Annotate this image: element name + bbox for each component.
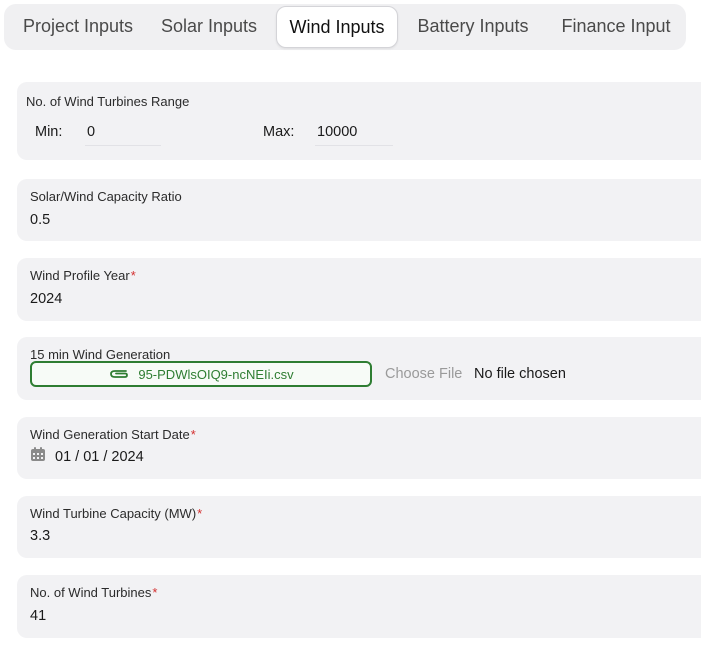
capacity-ratio-input[interactable]: 0.5	[30, 212, 50, 228]
turbine-capacity-input[interactable]: 3.3	[30, 528, 50, 544]
tab-wind-inputs[interactable]: Wind Inputs	[276, 6, 398, 48]
turbine-capacity-label: Wind Turbine Capacity (MW)*	[30, 506, 203, 521]
num-turbines-label: No. of Wind Turbines*	[30, 585, 158, 600]
start-date-card: Wind Generation Start Date* 01 / 01 / 20…	[17, 417, 701, 479]
wind-generation-label: 15 min Wind Generation	[30, 347, 171, 362]
tab-finance-input[interactable]: Finance Input	[554, 6, 678, 46]
required-mark: *	[152, 585, 158, 600]
turbines-range-card: No. of Wind Turbines Range Min: 0 Max: 1…	[17, 82, 701, 160]
min-turbines-input[interactable]: 0	[85, 119, 161, 146]
wind-generation-card: 15 min Wind Generation 95-PDWlsOIQ9-ncNE…	[17, 337, 701, 400]
required-mark: *	[130, 268, 136, 283]
max-turbines-input[interactable]: 10000	[315, 119, 393, 146]
file-name: 95-PDWlsOIQ9-ncNEIi.csv	[138, 366, 294, 382]
capacity-ratio-card: Solar/Wind Capacity Ratio 0.5	[17, 179, 701, 241]
start-date-input[interactable]: 01 / 01 / 2024	[30, 446, 144, 467]
min-label: Min:	[35, 124, 63, 140]
choose-file-button[interactable]: Choose File	[385, 366, 462, 382]
required-mark: *	[190, 427, 196, 442]
num-turbines-input[interactable]: 41	[30, 608, 46, 624]
tab-battery-inputs[interactable]: Battery Inputs	[410, 6, 536, 46]
required-mark: *	[197, 506, 203, 521]
paperclip-icon	[108, 367, 130, 381]
profile-year-card: Wind Profile Year* 2024	[17, 258, 701, 321]
file-status-text: No file chosen	[474, 366, 566, 382]
tab-bar: Project Inputs Solar Inputs Wind Inputs …	[4, 4, 686, 50]
calendar-icon	[30, 446, 46, 467]
tab-project-inputs[interactable]: Project Inputs	[10, 6, 146, 46]
capacity-ratio-label: Solar/Wind Capacity Ratio	[30, 189, 182, 204]
profile-year-label: Wind Profile Year*	[30, 268, 136, 283]
uploaded-file-chip[interactable]: 95-PDWlsOIQ9-ncNEIi.csv	[30, 361, 372, 387]
turbine-capacity-card: Wind Turbine Capacity (MW)* 3.3	[17, 496, 701, 558]
max-label: Max:	[263, 124, 295, 140]
num-turbines-card: No. of Wind Turbines* 41	[17, 575, 701, 638]
start-date-label: Wind Generation Start Date*	[30, 427, 196, 442]
turbines-range-label: No. of Wind Turbines Range	[26, 94, 190, 109]
profile-year-input[interactable]: 2024	[30, 291, 62, 307]
tab-solar-inputs[interactable]: Solar Inputs	[156, 6, 262, 46]
start-date-value: 01 / 01 / 2024	[55, 448, 144, 465]
